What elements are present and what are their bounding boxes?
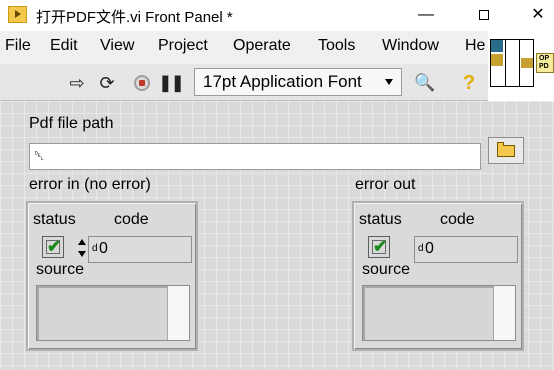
menu-operate[interactable]: Operate <box>233 37 291 55</box>
pause-icon[interactable]: ❚❚ <box>159 72 185 94</box>
code-value: 0 <box>425 240 434 257</box>
maximize-button[interactable] <box>472 4 496 26</box>
run-arrow-icon[interactable]: ⇨ <box>66 72 88 94</box>
error-in-label: error in (no error) <box>29 176 151 193</box>
scrollbar[interactable] <box>493 286 515 340</box>
front-panel: Pdf file path ␡ error in (no error) erro… <box>0 101 554 370</box>
path-label: Pdf file path <box>29 115 114 132</box>
font-select[interactable]: 17pt Application Font <box>194 68 402 96</box>
window-title: 打开PDF文件.vi Front Panel * <box>36 9 233 26</box>
folder-icon <box>497 141 515 157</box>
code-label: code <box>114 211 149 228</box>
menu-view[interactable]: View <box>100 37 134 55</box>
checkmark-icon: ✔ <box>47 237 62 256</box>
source-textbox[interactable] <box>36 285 190 341</box>
menu-file[interactable]: File <box>5 37 31 55</box>
status-label: status <box>359 211 402 228</box>
maximize-icon <box>479 9 489 20</box>
help-icon[interactable]: ? <box>458 72 480 94</box>
checkmark-icon: ✔ <box>373 237 388 256</box>
menu-window[interactable]: Window <box>382 37 439 55</box>
menu-tools[interactable]: Tools <box>318 37 355 55</box>
scrollbar[interactable] <box>167 286 189 340</box>
search-icon[interactable]: 🔍 <box>414 72 436 94</box>
status-label: status <box>33 211 76 228</box>
font-select-value: 17pt Application Font <box>203 72 362 91</box>
menu-project[interactable]: Project <box>158 37 208 55</box>
run-continuously-icon[interactable]: ⟳ <box>96 72 118 94</box>
error-in-cluster: status code ✔ d 0 source <box>26 201 198 351</box>
radix-indicator: d <box>418 243 424 254</box>
code-input[interactable]: d 0 <box>88 236 192 263</box>
abort-icon[interactable] <box>131 72 153 94</box>
radix-indicator: d <box>92 243 98 254</box>
code-value: 0 <box>99 240 108 257</box>
title-bar: 打开PDF文件.vi Front Panel * — ✕ <box>0 0 554 31</box>
status-indicator: ✔ <box>368 236 390 258</box>
source-indicator <box>362 285 516 341</box>
pdf-path-input[interactable]: ␡ <box>29 143 481 170</box>
menu-bar: File Edit View Project Operate Tools Win… <box>0 31 488 64</box>
minimize-button[interactable]: — <box>414 4 438 26</box>
menu-edit[interactable]: Edit <box>50 37 78 55</box>
connector-area: OP PD <box>488 31 554 101</box>
increment-arrow-icon[interactable] <box>78 239 86 245</box>
decrement-arrow-icon[interactable] <box>78 251 86 257</box>
connector-pane-icon[interactable] <box>490 39 534 87</box>
labview-vi-icon <box>8 6 27 23</box>
path-icon: ␡ <box>34 149 45 164</box>
error-out-cluster: status code ✔ d 0 source <box>352 201 524 351</box>
toolbar: ⇨ ⟳ ❚❚ 17pt Application Font 🔍 ? <box>0 64 488 101</box>
status-checkbox[interactable]: ✔ <box>42 236 64 258</box>
vi-icon[interactable]: OP PD <box>536 53 554 73</box>
close-button[interactable]: ✕ <box>526 4 550 26</box>
code-spinner[interactable] <box>78 236 86 262</box>
source-label: source <box>362 261 411 278</box>
menu-help[interactable]: He <box>465 37 485 55</box>
source-label: source <box>36 261 85 278</box>
browse-button[interactable] <box>488 137 524 164</box>
code-indicator: d 0 <box>414 236 518 263</box>
chevron-down-icon <box>385 79 393 85</box>
code-label: code <box>440 211 475 228</box>
error-out-label: error out <box>355 176 416 193</box>
